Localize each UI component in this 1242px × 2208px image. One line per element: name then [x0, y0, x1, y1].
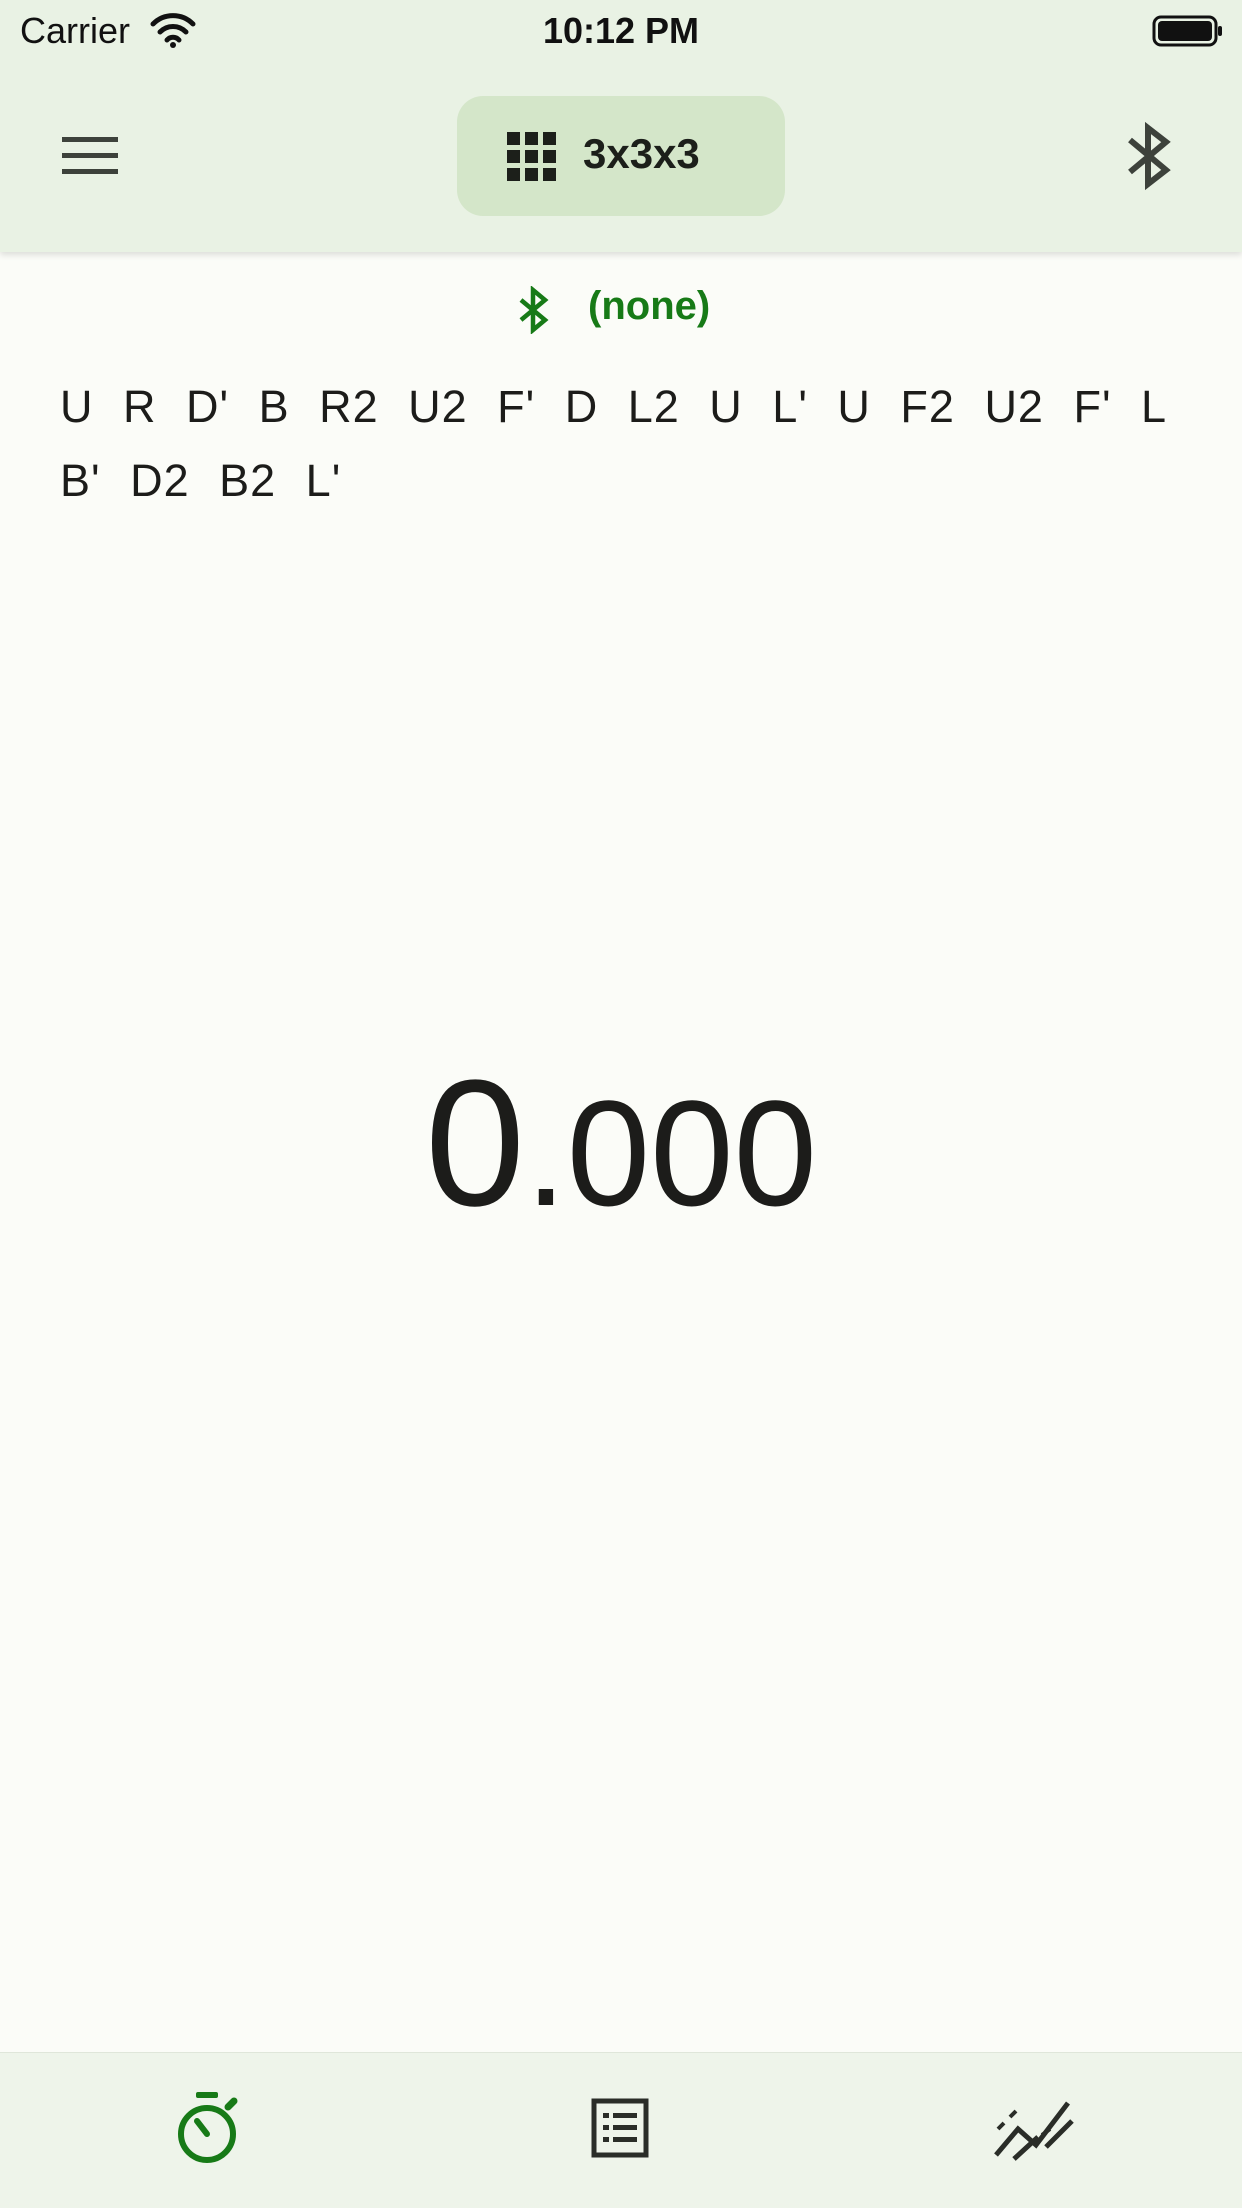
puzzle-selector-button[interactable]: 3x3x3: [457, 96, 785, 216]
battery-icon: [1152, 15, 1222, 47]
stopwatch-icon: [178, 2092, 238, 2163]
tab-statistics[interactable]: [990, 2089, 1080, 2169]
puzzle-label: 3x3x3: [583, 130, 700, 177]
app-root: Carrier 10:12 PM 3x3x3 (none) U R D' B R…: [0, 0, 1242, 2208]
trend-chart-icon: [994, 2101, 1074, 2161]
bluetooth-button[interactable]: [1122, 120, 1178, 192]
timer-whole: 0: [424, 1043, 526, 1244]
bluetooth-icon: [1128, 121, 1171, 191]
bottom-navigation: [0, 2052, 1242, 2208]
status-time: 10:12 PM: [542, 10, 700, 51]
scramble-text: U R D' B R2 U2 F' D L2 U L' U F2 U2 F' L…: [60, 381, 1166, 506]
status-bar: Carrier 10:12 PM: [0, 0, 1242, 62]
tab-timer[interactable]: [162, 2089, 252, 2169]
list-icon: [591, 2098, 649, 2158]
tab-times-list[interactable]: [575, 2089, 665, 2169]
connection-status: (none): [0, 282, 1242, 336]
connected-device-label: (none): [588, 284, 711, 328]
bluetooth-icon: [519, 286, 549, 334]
timer-fraction: .000: [525, 1069, 818, 1237]
top-bar: Carrier 10:12 PM 3x3x3: [0, 0, 1242, 252]
hamburger-menu-icon: [62, 137, 118, 174]
menu-button[interactable]: [50, 120, 130, 190]
timer-display[interactable]: 0.000: [0, 1040, 1242, 1247]
grid-icon: [507, 132, 556, 181]
